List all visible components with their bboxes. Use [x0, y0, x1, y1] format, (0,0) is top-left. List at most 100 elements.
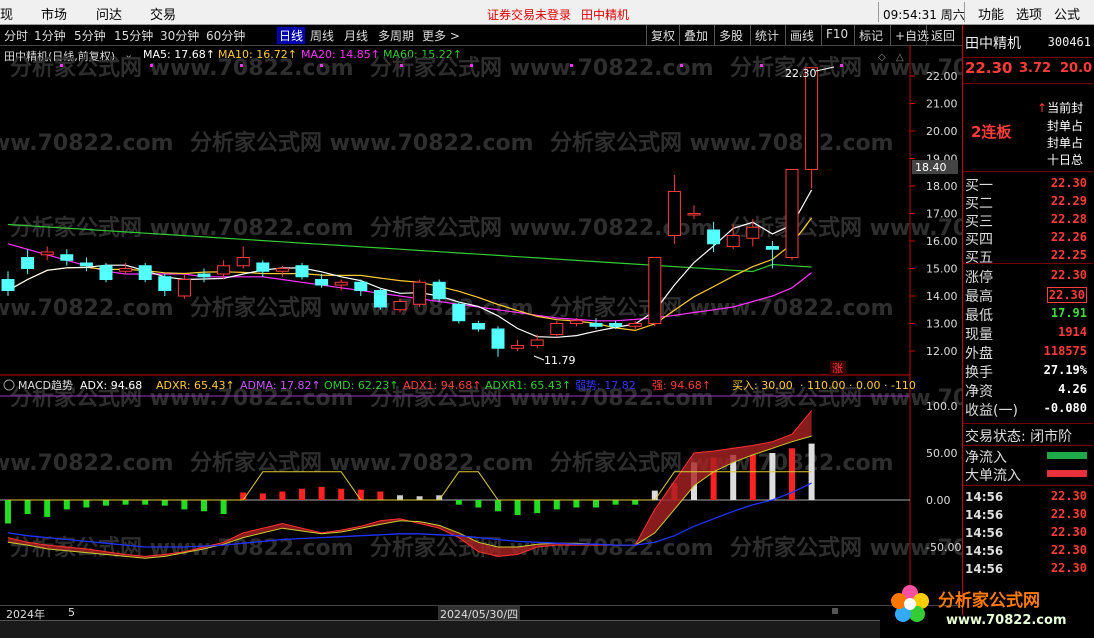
watermark-text: 分析家公式网 www.70822.com: [190, 450, 534, 476]
menu-item-options[interactable]: 选项: [1016, 4, 1042, 23]
candle-body: [334, 281, 348, 286]
quote-stat-label: 现量: [965, 327, 993, 343]
menu-divider: [964, 2, 965, 22]
order-book-row[interactable]: 买四 22.26: [965, 229, 1093, 248]
quote-stat-row: 现量 1914: [965, 324, 1093, 343]
kline-chart[interactable]: 分析家公式网 www.70822.com 分析家公式网 www.70822.com…: [0, 45, 962, 620]
candle-body: [707, 229, 721, 245]
scroll-handle[interactable]: [832, 608, 838, 614]
quote-stat-label: 换手: [965, 365, 993, 381]
indicator-menu-icon[interactable]: [3, 379, 15, 391]
adjust-button[interactable]: 复权: [646, 25, 679, 45]
tab-15min[interactable]: 15分钟: [114, 27, 153, 44]
tick-price: 22.30: [1050, 525, 1087, 539]
indicator-tail: · 110.00 · 0.00 · -110: [800, 379, 916, 392]
adxr1-value: ADXR1: 65.43↑: [485, 379, 571, 392]
watermark-text: 分析家公式网 www.70822.com: [0, 130, 174, 156]
candle-body: [236, 257, 250, 267]
site-logo: 分析家公式网 www.70822.com: [891, 585, 1067, 628]
trade-login-alert[interactable]: 证券交易未登录: [487, 6, 571, 23]
logo-url: www.70822.com: [946, 613, 1067, 628]
tab-60min[interactable]: 60分钟: [206, 27, 245, 44]
indicator-bar: [769, 453, 776, 500]
tab-weekly[interactable]: 周线: [310, 27, 334, 44]
multi-stock-button[interactable]: 多股: [714, 25, 747, 45]
candle-body: [746, 226, 760, 239]
triangle-up-icon[interactable]: △: [896, 52, 904, 63]
order-book-row[interactable]: 买二 22.29: [965, 193, 1093, 212]
diamond-icon[interactable]: ◇: [878, 52, 886, 63]
candle-body: [373, 290, 387, 308]
back-button[interactable]: 返回: [926, 25, 959, 45]
menu-item-trade[interactable]: 交易: [150, 4, 176, 23]
quote-stat-value: 118575: [1043, 344, 1087, 358]
candle-body: [785, 169, 799, 258]
low-pointer: [533, 355, 545, 361]
indicator-tick: 100.0: [926, 400, 958, 413]
indicator-bar: [103, 500, 109, 506]
indicator-bar: [299, 488, 305, 500]
date-month-label: 5: [68, 606, 75, 619]
quote-stat-row: 涨停 22.30: [965, 267, 1093, 286]
omd-value: OMD: 62.23↑: [324, 379, 399, 392]
divider: [963, 83, 1093, 84]
candle-body: [40, 251, 54, 256]
order-book-row[interactable]: 买一 22.30: [965, 175, 1093, 194]
menu-item-market[interactable]: 市场: [41, 4, 67, 23]
tab-multi-period[interactable]: 多周期: [378, 27, 414, 44]
indicator-bar: [357, 489, 364, 500]
candle-body: [295, 265, 309, 278]
candle-body: [60, 254, 74, 261]
f10-button[interactable]: F10: [821, 25, 852, 45]
date-axis: 2024年 5 2024/05/30/四: [0, 605, 962, 622]
candle-body: [256, 262, 270, 272]
order-book-row[interactable]: 买三 22.28: [965, 211, 1093, 230]
indicator-bar: [455, 500, 462, 505]
tab-more[interactable]: 更多 >: [422, 27, 460, 44]
indicator-axis: 100.0 50.00 0.00 -50.00: [926, 400, 961, 554]
menu-item-formula[interactable]: 公式: [1054, 4, 1080, 23]
indicator-bar: [749, 454, 756, 500]
tick-row: 14:56 22.30: [965, 560, 1093, 578]
logo-text: 分析家公式网: [938, 590, 1040, 611]
candle-body: [530, 339, 544, 346]
price-marker: 18.40: [915, 161, 947, 174]
indicator-bar: [651, 490, 658, 500]
indicator-bar: [63, 500, 70, 510]
tab-1min[interactable]: 1分钟: [34, 27, 66, 44]
candle-body: [393, 301, 407, 311]
candle-body: [511, 345, 525, 349]
quote-stock-code: 300461: [1047, 35, 1091, 49]
flow-label: 大单流入: [965, 468, 1021, 484]
tab-daily[interactable]: 日线: [277, 27, 306, 44]
quote-stat-row: 最低 17.91: [965, 305, 1093, 324]
watermark-text: 分析家公式网 www.70822.com: [0, 295, 174, 321]
draw-line-button[interactable]: 画线: [785, 25, 818, 45]
menu-item-function[interactable]: 功能: [978, 4, 1004, 23]
indicator-bar: [83, 500, 90, 508]
watermark-text: 分析家公式网 www.70822.com: [190, 130, 534, 156]
tab-30min[interactable]: 30分钟: [160, 27, 199, 44]
flow-label: 净流入: [965, 450, 1007, 466]
candle-body: [648, 257, 662, 324]
price-tick: 16.00: [926, 235, 958, 248]
signal-dot: [470, 64, 473, 67]
price-tick: 22.00: [926, 70, 958, 83]
menu-item-view[interactable]: 现: [0, 4, 13, 23]
quote-stat-label: 外盘: [965, 346, 993, 362]
seal-info-line: 十日总: [1047, 153, 1084, 167]
tab-timeshare[interactable]: 分时: [4, 27, 28, 44]
statistics-button[interactable]: 统计: [750, 25, 783, 45]
order-book-price: 22.25: [1050, 248, 1087, 262]
tab-5min[interactable]: 5分钟: [74, 27, 106, 44]
indicator-bar: [338, 488, 345, 500]
indicator-tick: 50.00: [926, 447, 958, 460]
overlay-button[interactable]: 叠加: [679, 25, 712, 45]
indicator-bar: [514, 500, 521, 516]
candle-body: [628, 323, 642, 327]
tab-monthly[interactable]: 月线: [344, 27, 368, 44]
flow-bar: [1047, 470, 1087, 477]
menu-item-wenda[interactable]: 问达: [96, 4, 122, 23]
mark-button[interactable]: 标记: [854, 25, 887, 45]
quote-stat-value: 4.26: [1058, 382, 1087, 396]
